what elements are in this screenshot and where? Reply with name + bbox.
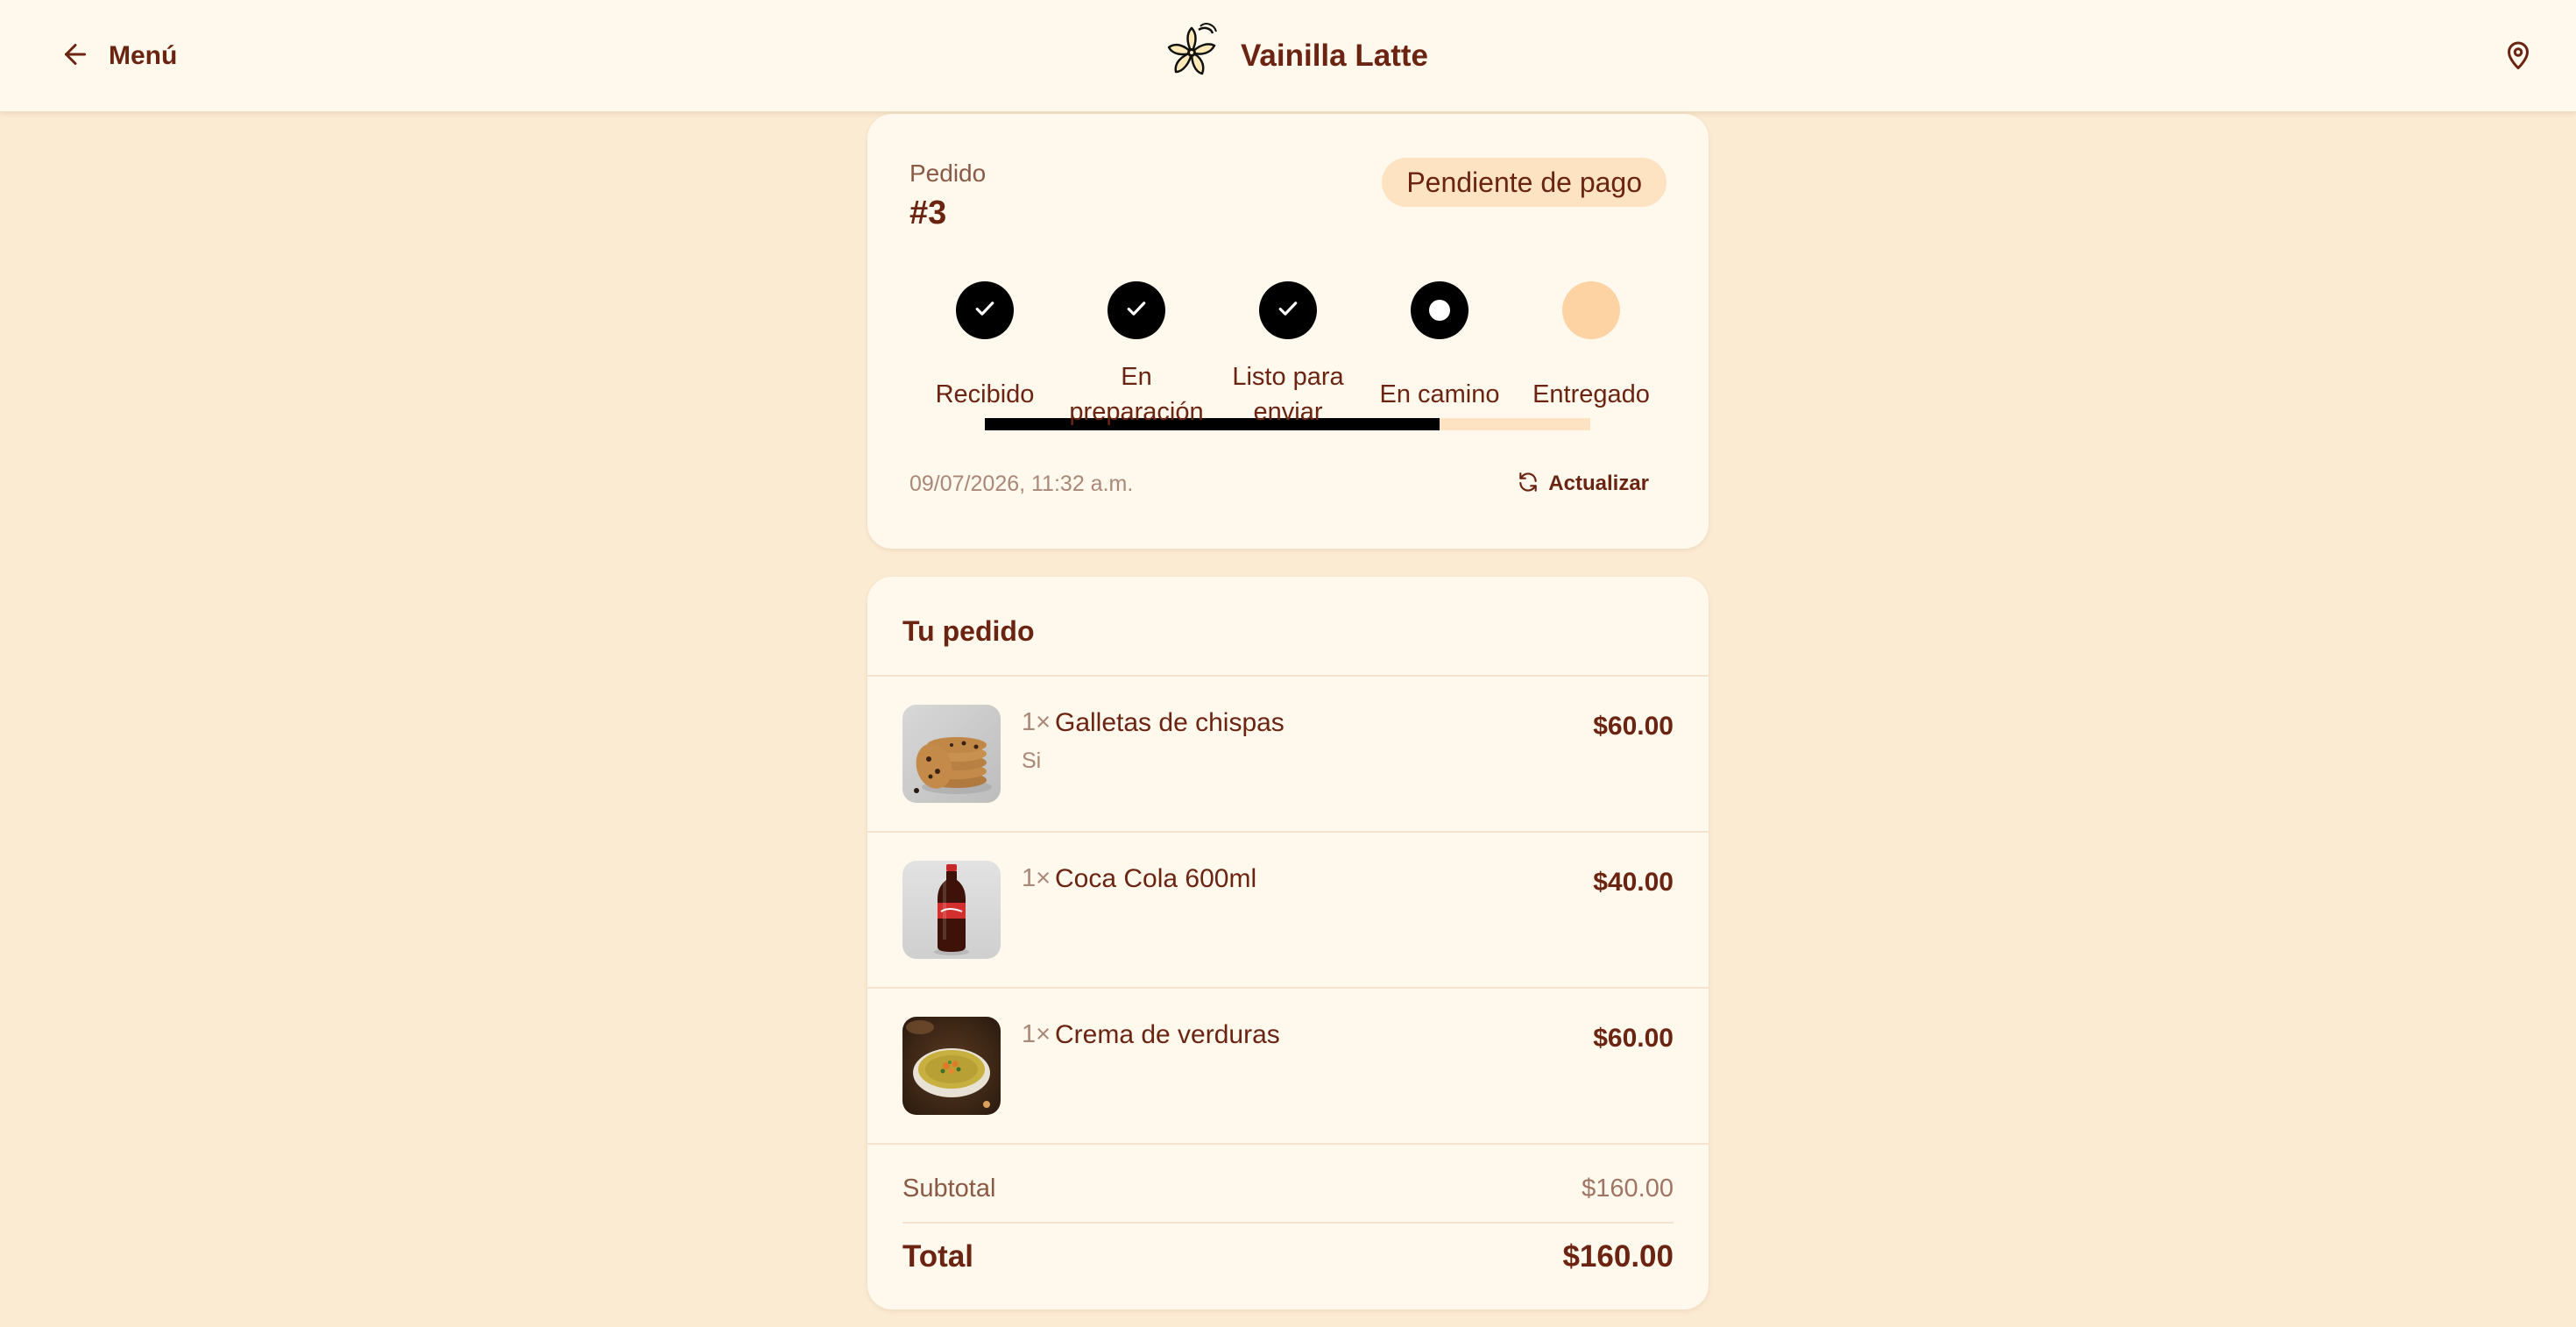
map-pin-icon xyxy=(2502,41,2534,75)
refresh-label: Actualizar xyxy=(1548,472,1649,495)
step-dot-listo-para-enviar xyxy=(1259,281,1317,339)
item-note: Si xyxy=(1022,749,1042,773)
item-price: $60.00 xyxy=(1593,712,1674,741)
brand: Vainilla Latte xyxy=(1160,22,1428,90)
step-label-en-camino: En camino xyxy=(1379,380,1500,408)
subtotal-value: $160.00 xyxy=(1582,1174,1674,1203)
order-summary-card: Tu pedido 1× Galletas de chispas Si $60.… xyxy=(867,577,1709,1309)
item-quantity: 1× xyxy=(1022,864,1051,892)
check-icon xyxy=(972,295,998,326)
cola-bottle-image xyxy=(902,861,1001,959)
top-bar: Menú Vainilla Latte xyxy=(0,0,2576,112)
total-label: Total xyxy=(902,1239,974,1274)
step-label-en-preparacion: En preparación xyxy=(1069,363,1204,426)
payment-status-badge: Pendiente de pago xyxy=(1382,158,1667,207)
progress-line-pending xyxy=(1440,418,1590,430)
item-price: $40.00 xyxy=(1593,868,1674,897)
soup-bowl-image xyxy=(902,1017,1001,1115)
brand-name: Vainilla Latte xyxy=(1241,39,1428,73)
back-label: Menú xyxy=(109,41,178,70)
divider xyxy=(867,1143,1709,1145)
order-summary-title: Tu pedido xyxy=(902,615,1035,647)
item-name: Crema de verduras xyxy=(1055,1020,1280,1049)
order-status-card: Pedido #3 Pendiente de pago Recibido En … xyxy=(867,114,1709,549)
step-dot-entregado xyxy=(1562,281,1620,339)
refresh-icon xyxy=(1517,471,1539,498)
current-step-indicator xyxy=(1429,300,1450,321)
step-label-entregado: Entregado xyxy=(1532,380,1650,408)
check-icon xyxy=(1123,295,1150,326)
item-quantity: 1× xyxy=(1022,1020,1051,1048)
order-timestamp: 09/07/2026, 11:32 a.m. xyxy=(909,472,1134,496)
step-dot-en-camino xyxy=(1411,281,1468,339)
check-icon xyxy=(1275,295,1301,326)
refresh-button[interactable]: Actualizar xyxy=(1517,470,1649,498)
vanilla-flower-logo xyxy=(1160,22,1223,90)
order-item: 1× Coca Cola 600ml $40.00 xyxy=(867,833,1709,989)
order-label: Pedido xyxy=(909,160,987,187)
cookies-image xyxy=(902,705,1001,803)
item-price: $60.00 xyxy=(1593,1024,1674,1053)
order-item: 1× Crema de verduras $60.00 xyxy=(867,989,1709,1145)
step-dot-en-preparacion xyxy=(1108,281,1165,339)
location-button[interactable] xyxy=(2502,40,2534,72)
arrow-left-icon xyxy=(60,39,91,75)
step-label-recibido: Recibido xyxy=(935,380,1035,408)
step-dot-recibido xyxy=(956,281,1014,339)
subtotal-label: Subtotal xyxy=(902,1174,996,1203)
item-name: Galletas de chispas xyxy=(1055,708,1284,737)
total-value: $160.00 xyxy=(1562,1239,1674,1274)
item-name: Coca Cola 600ml xyxy=(1055,864,1257,893)
step-label-listo-para-enviar: Listo para enviar xyxy=(1232,363,1344,426)
order-item: 1× Galletas de chispas Si $60.00 xyxy=(867,677,1709,833)
order-number: #3 xyxy=(909,195,947,231)
item-quantity: 1× xyxy=(1022,708,1051,736)
divider xyxy=(902,1222,1674,1224)
back-to-menu-button[interactable]: Menú xyxy=(60,35,177,77)
